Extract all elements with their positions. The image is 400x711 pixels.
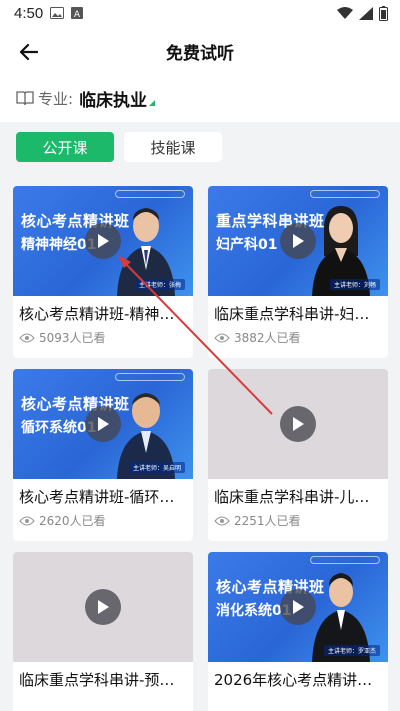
play-button[interactable] [280,589,316,625]
course-title: 2026年核心考点精讲… [214,671,373,689]
status-time: 4:50 [14,5,44,22]
book-icon [16,91,34,106]
play-icon [98,234,109,248]
wifi-icon [337,7,353,19]
thumbnail-decoration [310,556,380,564]
thumbnail-decoration [310,190,380,198]
thumbnail-subtitle: 妇产科01 [216,237,278,253]
course-card[interactable]: 临床重点学科串讲-预… [13,552,193,711]
status-right-icons [337,6,388,21]
course-title: 核心考点精讲班-循环… [19,488,175,506]
play-icon [293,234,304,248]
eye-icon [19,332,35,343]
course-card[interactable]: 核心考点精讲班 精神神经01 主讲老师：张梅 核心考点精讲班-精神… 5093人… [13,186,193,358]
view-count: 3882人已看 [234,331,301,345]
course-type-tabs: 公开课 技能课 [0,122,400,172]
course-title: 临床重点学科串讲-预… [19,671,175,689]
course-views: 2620人已看 [13,507,193,529]
eye-icon [19,515,35,526]
thumbnail-teacher: 主讲老师：刘畅 [329,279,380,290]
course-thumbnail[interactable] [208,369,388,479]
thumbnail-teacher: 主讲老师：罗亚杰 [323,645,380,656]
image-icon [50,7,64,19]
course-title: 临床重点学科串讲-妇… [214,305,370,323]
course-card[interactable]: 核心考点精讲班 消化系统01 主讲老师：罗亚杰 2026年核心考点精讲… [208,552,388,711]
major-selector[interactable]: 专业: 临床执业 [16,84,156,112]
play-button[interactable] [85,406,121,442]
thumbnail-decoration [115,373,185,381]
play-icon [293,417,304,431]
course-thumbnail[interactable]: 核心考点精讲班 精神神经01 主讲老师：张梅 [13,186,193,296]
major-label: 专业: [38,89,74,108]
battery-icon [379,6,388,21]
tab-public-course[interactable]: 公开课 [16,132,114,162]
course-views: 2251人已看 [208,507,388,529]
status-bar: 4:50 A [0,0,400,28]
play-button[interactable] [85,223,121,259]
play-button[interactable] [85,589,121,625]
eye-icon [214,515,230,526]
major-value[interactable]: 临床执业 [79,86,147,111]
eye-icon [214,332,230,343]
view-count: 5093人已看 [39,331,106,345]
course-card[interactable]: 核心考点精讲班 循环系统01 主讲老师：吴启明 核心考点精讲班-循环… 2620… [13,369,193,541]
course-thumbnail[interactable]: 重点学科串讲班 妇产科01 主讲老师：刘畅 [208,186,388,296]
play-icon [98,417,109,431]
course-title: 核心考点精讲班-精神… [19,305,175,323]
signal-icon [359,7,373,20]
course-thumbnail[interactable]: 核心考点精讲班 循环系统01 主讲老师：吴启明 [13,369,193,479]
course-views: 5093人已看 [13,324,193,346]
thumbnail-decoration [115,190,185,198]
course-card[interactable]: 重点学科串讲班 妇产科01 主讲老师：刘畅 临床重点学科串讲-妇… 3882人已… [208,186,388,358]
course-title: 临床重点学科串讲-儿… [214,488,370,506]
corner-triangle-icon [149,100,156,106]
thumbnail-teacher: 主讲老师：吴启明 [128,462,185,473]
play-button[interactable] [280,223,316,259]
status-left-icons: A [50,7,84,19]
course-thumbnail[interactable]: 核心考点精讲班 消化系统01 主讲老师：罗亚杰 [208,552,388,662]
thumbnail-teacher: 主讲老师：张梅 [134,279,185,290]
tab-skill-course[interactable]: 技能课 [124,132,222,162]
course-card[interactable]: 临床重点学科串讲-儿… 2251人已看 [208,369,388,541]
a-notification-icon: A [71,7,83,19]
app-header: 免费试听 [0,28,400,74]
play-icon [293,600,304,614]
course-thumbnail[interactable] [13,552,193,662]
course-grid: 核心考点精讲班 精神神经01 主讲老师：张梅 核心考点精讲班-精神… 5093人… [0,172,400,711]
course-views: 3882人已看 [208,324,388,346]
play-icon [98,600,109,614]
view-count: 2251人已看 [234,514,301,528]
svg-text:A: A [74,10,81,19]
play-button[interactable] [280,406,316,442]
view-count: 2620人已看 [39,514,106,528]
page-title: 免费试听 [166,44,234,64]
